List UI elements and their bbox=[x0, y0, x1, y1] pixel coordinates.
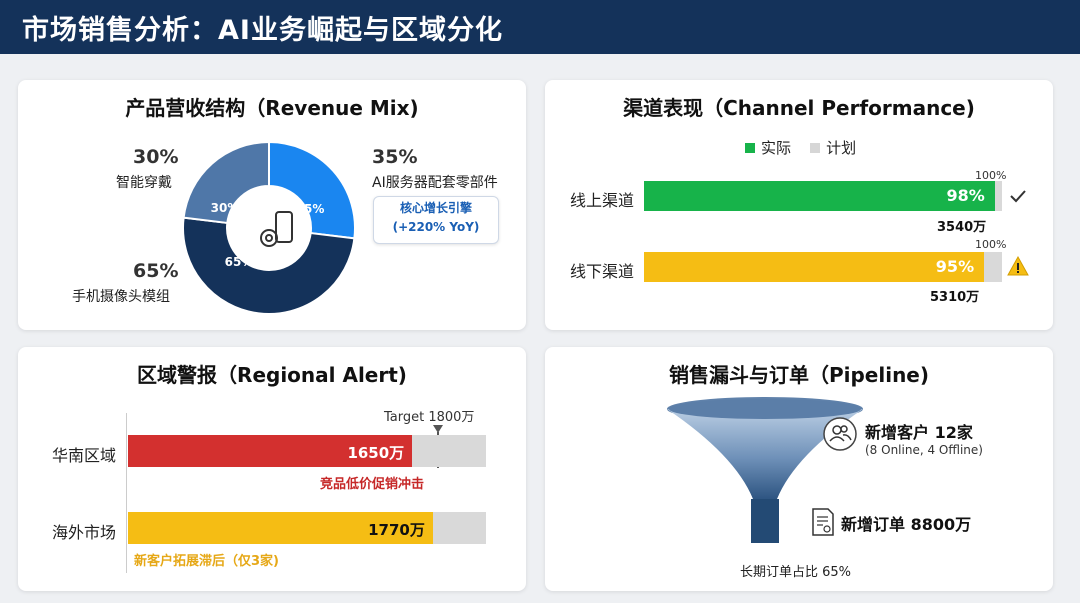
camera-pct: 65% bbox=[133, 260, 179, 282]
region-overseas-note: 新客户拓展滞后（仅3家) bbox=[134, 554, 279, 569]
regional-axis-line bbox=[126, 413, 127, 573]
region-overseas-bar: 1770万 bbox=[128, 512, 433, 544]
channel-online-bar: 98% bbox=[644, 181, 995, 211]
pipeline-title: 销售漏斗与订单（Pipeline) bbox=[668, 363, 930, 387]
region-south-track: 1650万 bbox=[128, 435, 486, 467]
channel-title: 渠道表现（Channel Performance) bbox=[623, 96, 975, 120]
channel-offline-track: 95% bbox=[644, 252, 1002, 282]
camera-label: 手机摄像头模组 bbox=[72, 289, 170, 305]
revenue-mix-title: 产品营收结构（Revenue Mix) bbox=[125, 96, 419, 120]
region-overseas-track: 1770万 bbox=[128, 512, 486, 544]
region-overseas-label: 海外市场 bbox=[52, 523, 117, 542]
check-icon bbox=[1010, 190, 1026, 203]
wearable-pct: 30% bbox=[133, 146, 179, 168]
regional-card: 区域警报（Regional Alert) Target 1800万 华南区域 1… bbox=[18, 347, 526, 591]
channel-offline-amount: 5310万 bbox=[930, 290, 980, 305]
growth-callout: 核心增长引擎 (+220% YoY) bbox=[373, 196, 499, 244]
channel-offline-label: 线下渠道 bbox=[570, 262, 635, 281]
target-label: Target 1800万 bbox=[384, 410, 475, 425]
legend-actual: 实际 bbox=[761, 139, 792, 157]
growth-callout-line2: (+220% YoY) bbox=[392, 220, 480, 234]
legend-swatch-actual bbox=[745, 142, 755, 153]
revenue-mix-card: 产品营收结构（Revenue Mix) 35% 65% 30% 30% 智能穿戴… bbox=[18, 80, 526, 330]
slice-label-camera: 65% bbox=[225, 255, 254, 269]
region-south-note: 竞品低价促销冲击 bbox=[320, 477, 425, 492]
long-term-orders: 长期订单占比 65% bbox=[740, 565, 852, 580]
channel-online-track: 98% bbox=[644, 181, 1002, 211]
legend-swatch-plan bbox=[810, 142, 821, 153]
growth-callout-line1: 核心增长引擎 bbox=[399, 201, 472, 215]
regional-title: 区域警报（Regional Alert) bbox=[137, 363, 407, 387]
channel-offline-bar: 95% bbox=[644, 252, 985, 282]
channel-online-amount: 3540万 bbox=[937, 220, 987, 235]
region-south-value: 1650万 bbox=[347, 444, 405, 462]
ai-label: AI服务器配套零部件 bbox=[372, 175, 498, 191]
channel-legend: 实际 计划 bbox=[745, 137, 870, 158]
order-document-icon bbox=[812, 508, 834, 536]
revenue-mix-donut: 35% 65% 30% bbox=[182, 140, 356, 315]
channel-offline-plan: 100% bbox=[975, 238, 1007, 251]
customers-title: 新增客户 12家 bbox=[865, 423, 973, 442]
channel-offline-pct: 95% bbox=[935, 257, 975, 276]
warning-icon bbox=[1007, 256, 1029, 276]
pipeline-card: 销售漏斗与订单（Pipeline) 新增客户 12家 (8 Online, 4 … bbox=[545, 347, 1053, 591]
header-bar: 市场销售分析：AI业务崛起与区域分化 bbox=[0, 0, 1080, 54]
orders-title: 新增订单 8800万 bbox=[841, 515, 972, 534]
wearable-label: 智能穿戴 bbox=[116, 175, 172, 191]
region-south-label: 华南区域 bbox=[52, 446, 117, 465]
ai-pct: 35% bbox=[372, 146, 418, 168]
customers-sub: (8 Online, 4 Offline) bbox=[865, 443, 983, 457]
channel-card: 渠道表现（Channel Performance) 实际 计划 线上渠道 100… bbox=[545, 80, 1053, 330]
page-title: 市场销售分析：AI业务崛起与区域分化 bbox=[22, 15, 503, 46]
region-south-bar: 1650万 bbox=[128, 435, 413, 467]
slice-label-wearable: 30% bbox=[211, 201, 240, 215]
legend-plan: 计划 bbox=[826, 139, 857, 157]
region-overseas-value: 1770万 bbox=[368, 521, 425, 539]
channel-online-label: 线上渠道 bbox=[570, 191, 635, 210]
customers-icon bbox=[823, 417, 857, 451]
slice-label-ai: 35% bbox=[296, 202, 325, 216]
channel-online-pct: 98% bbox=[946, 186, 985, 205]
